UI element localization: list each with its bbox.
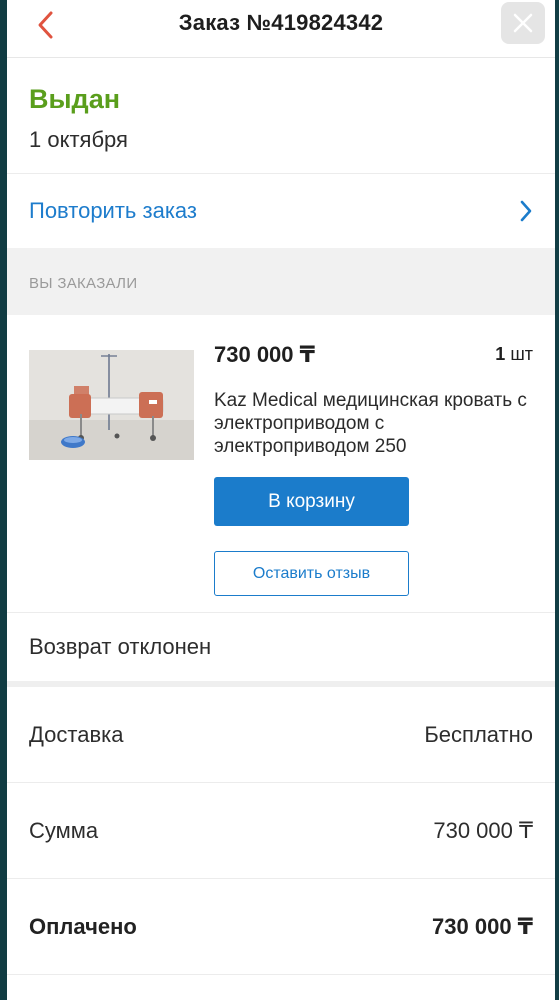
close-button[interactable] [501,2,545,44]
return-status-label: Возврат отклонен [29,634,212,659]
chevron-left-icon [38,11,53,39]
summary-value: Бесплатно [424,721,533,747]
summary-value: 730 000 ₸ [433,817,533,843]
leave-review-button[interactable]: Оставить отзыв [214,551,409,596]
window-edge-right [555,0,559,1000]
page-title: Заказ №419824342 [178,9,384,35]
repeat-order-label: Повторить заказ [29,198,197,223]
section-title: ВЫ ЗАКАЗАЛИ [29,275,138,292]
item-name[interactable]: Kaz Medical медицинская кровать с электр… [214,389,534,458]
summary-label: Сумма [29,817,99,843]
section-header-ordered: ВЫ ЗАКАЗАЛИ [7,248,555,315]
item-price: 730 000 ₸ [214,342,315,367]
return-status-row: Возврат отклонен [7,613,555,687]
product-image[interactable] [29,350,194,460]
order-item: 730 000 ₸ 1 шт Kaz Medical медицинская к… [7,315,555,613]
window-edge-left [0,0,7,1000]
status-date: 1 октября [29,127,128,152]
repeat-order-link[interactable]: Повторить заказ [7,174,555,248]
summary-row-delivery: Доставка Бесплатно [7,687,555,783]
item-quantity-unit: шт [510,344,533,364]
chevron-right-icon [520,200,532,222]
close-icon [513,13,533,33]
add-to-cart-button[interactable]: В корзину [214,477,409,526]
back-button[interactable] [29,8,63,42]
summary-value: 730 000 ₸ [432,913,533,939]
order-screen: Заказ №419824342 Выдан 1 октября Повтори… [7,0,555,1000]
summary-label: Оплачено [29,913,137,939]
item-quantity-number: 1 [495,344,506,364]
summary-row-total: Сумма 730 000 ₸ [7,783,555,879]
summary-label: Доставка [29,721,124,747]
summary-row-paid: Оплачено 730 000 ₸ [7,879,555,975]
item-quantity: 1 шт [495,344,533,365]
status-label: Выдан [29,84,121,114]
order-status-block: Выдан 1 октября [7,58,555,174]
header: Заказ №419824342 [7,0,555,58]
